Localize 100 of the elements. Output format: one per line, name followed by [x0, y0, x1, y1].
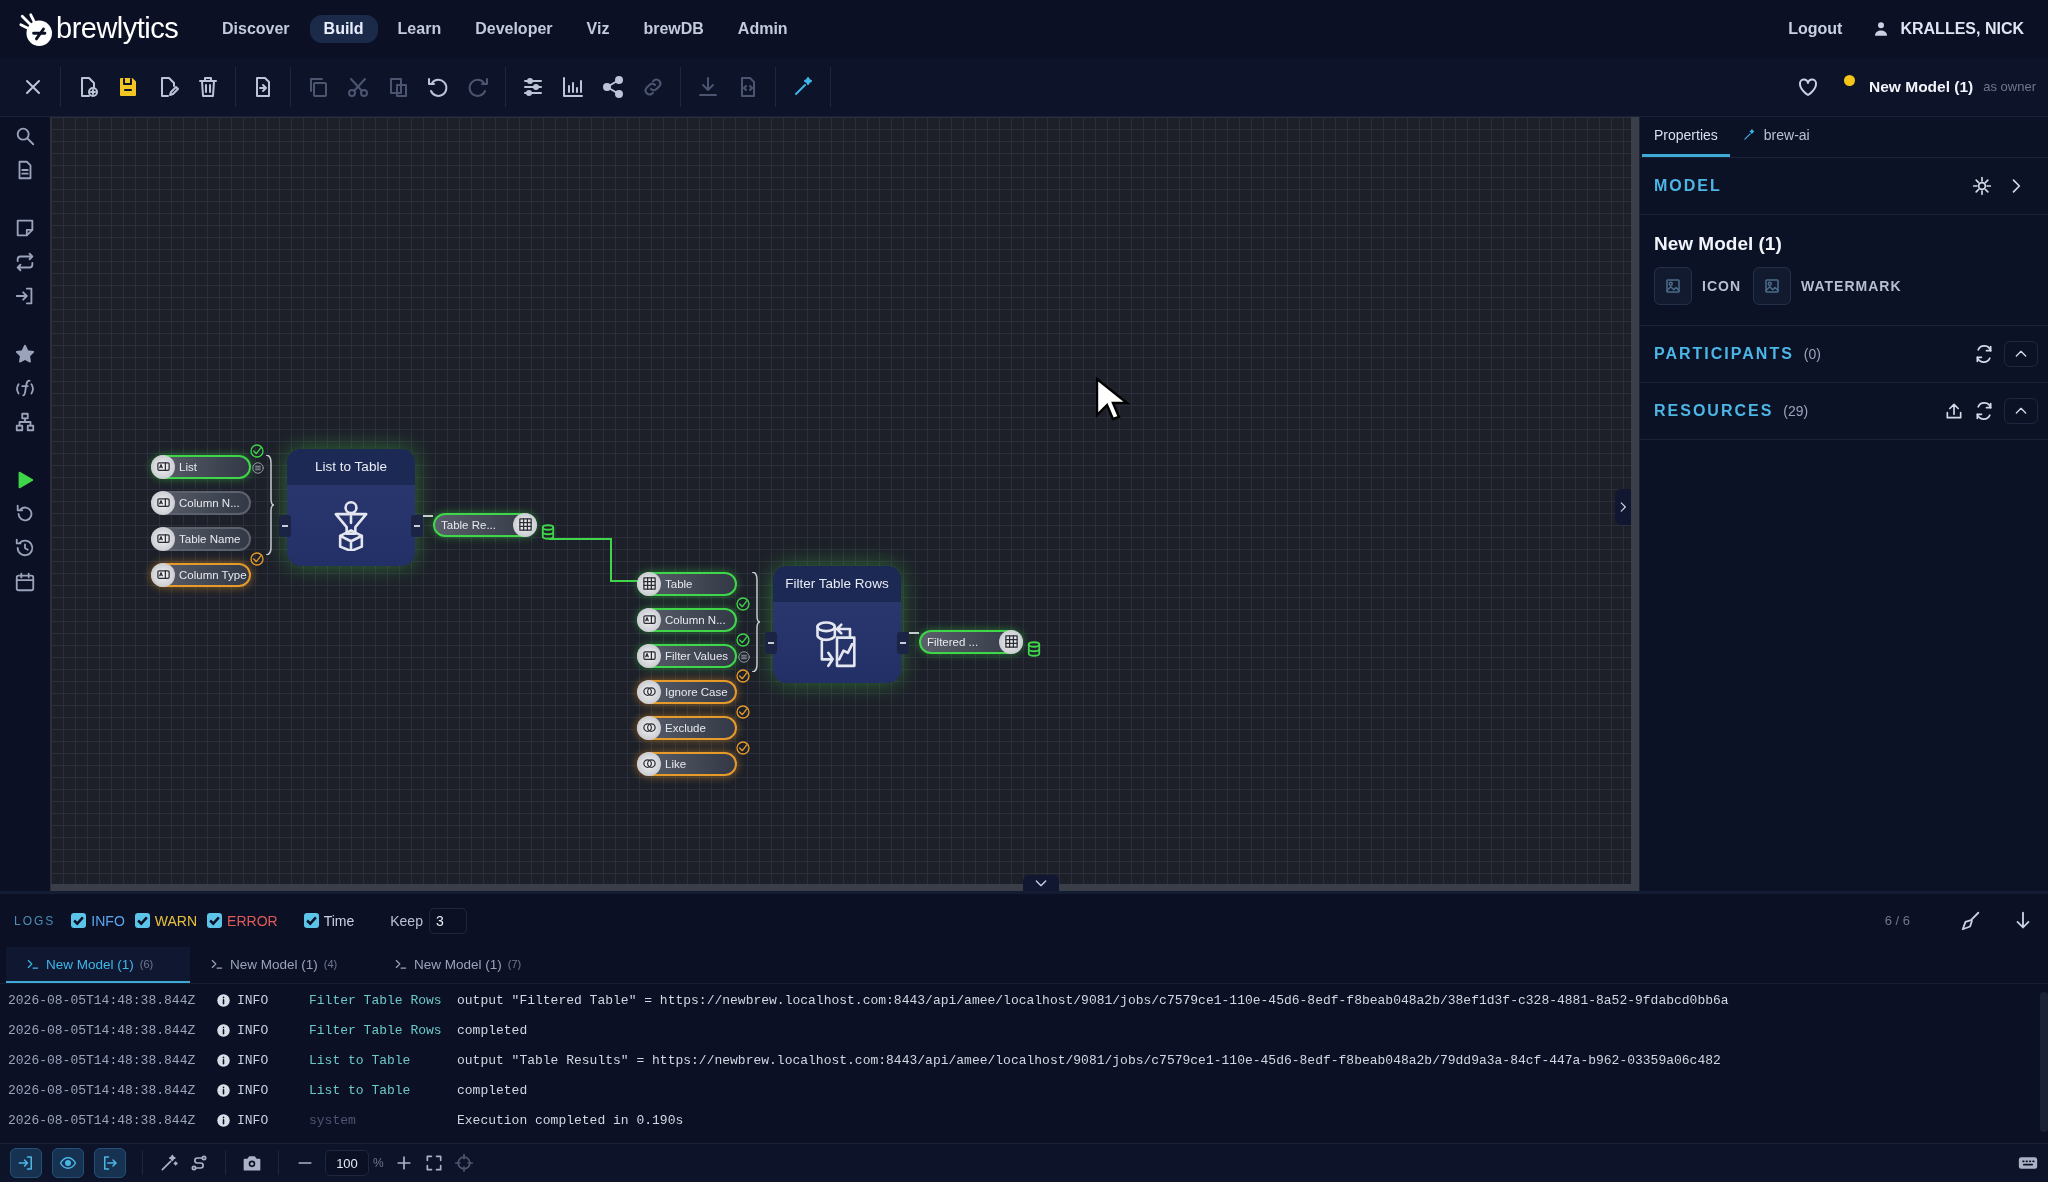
input-port[interactable]: Column N...: [637, 607, 737, 632]
filter-label[interactable]: WARN: [154, 912, 198, 929]
log-tab[interactable]: New Model (1) (7): [374, 947, 558, 984]
toggle-button[interactable]: [52, 1148, 84, 1179]
repeat-icon[interactable]: [14, 250, 36, 273]
keep-label: Keep: [390, 912, 423, 929]
magic-wand-icon[interactable]: [159, 1153, 179, 1174]
user-name[interactable]: KRALLES, NICK: [1900, 19, 2024, 38]
image-icon[interactable]: [1664, 276, 1682, 295]
star-icon[interactable]: [14, 342, 36, 365]
log-level: INFO: [237, 1112, 270, 1128]
model-role: as owner: [1983, 79, 2036, 95]
zoom-field[interactable]: 100: [325, 1150, 369, 1177]
nav-link[interactable]: Developer: [461, 14, 567, 43]
input-port[interactable]: Exclude: [637, 715, 737, 740]
bar-chart-icon[interactable]: [561, 74, 585, 99]
checkbox[interactable]: [134, 913, 150, 929]
node-card[interactable]: List to Table: [287, 448, 415, 566]
text-field-icon: [155, 495, 171, 510]
filter-label[interactable]: ERROR: [227, 912, 278, 929]
output-port[interactable]: Filtered ...: [919, 629, 1023, 654]
collapse-button[interactable]: [2004, 340, 2038, 367]
crosshair-icon[interactable]: [453, 1153, 474, 1174]
input-port[interactable]: Ignore Case: [637, 679, 737, 704]
log-level: INFO: [237, 1082, 270, 1098]
input-port[interactable]: Table Name: [151, 526, 251, 551]
refresh-icon[interactable]: [1974, 400, 1994, 421]
list-icon: [251, 460, 265, 475]
collapse-button[interactable]: [2004, 397, 2038, 424]
info-icon: [216, 1052, 231, 1068]
filter-label[interactable]: INFO: [91, 912, 125, 929]
section-heading[interactable]: PARTICIPANTS: [1654, 344, 1794, 363]
log-time: 2026-08-05T14:48:38.844Z: [7, 1022, 197, 1038]
node-title: Filter Table Rows: [773, 565, 901, 602]
toggle-button[interactable]: [94, 1148, 126, 1179]
logout-link[interactable]: Logout: [1788, 19, 1843, 38]
input-port[interactable]: Column N...: [151, 490, 251, 515]
check-circle-icon: [249, 550, 265, 567]
node-card[interactable]: Filter Table Rows: [773, 565, 901, 683]
log-level: INFO: [237, 1052, 270, 1068]
output-port[interactable]: Table Re...: [433, 512, 537, 537]
collapse-handle[interactable]: [279, 514, 291, 537]
nav-link[interactable]: Discover: [208, 14, 304, 43]
log-tab[interactable]: New Model (1) (4): [190, 947, 374, 984]
asset-label: WATERMARK: [1801, 277, 1902, 294]
nav-link[interactable]: Admin: [723, 14, 802, 43]
info-icon: [216, 992, 231, 1008]
table-grid-icon: [641, 576, 657, 591]
share-icon[interactable]: [601, 74, 625, 99]
panel-tab[interactable]: brew-ai: [1729, 116, 1822, 157]
scrollbar[interactable]: [1631, 116, 1639, 885]
input-port[interactable]: Table: [637, 571, 737, 596]
input-port[interactable]: Filter Values: [637, 643, 737, 668]
table-grid-icon: [1003, 634, 1019, 649]
image-icon[interactable]: [1763, 276, 1781, 295]
checkbox[interactable]: [207, 913, 223, 929]
keep-field[interactable]: 3: [428, 907, 467, 934]
canvas[interactable]: List Column N... Table Name Column Type List to Table Table Re... Table Column N... Filter Values Ignore Case Exclude Like Filter Table Rows Filtered ...: [50, 116, 1639, 892]
input-port[interactable]: Like: [637, 751, 737, 776]
scrollbar[interactable]: [51, 884, 1639, 892]
nav-link[interactable]: Build: [309, 14, 378, 43]
section-heading[interactable]: RESOURCES: [1654, 401, 1774, 420]
checkbox[interactable]: [303, 913, 319, 929]
refresh-icon[interactable]: [1974, 343, 1994, 364]
input-port[interactable]: List: [151, 454, 251, 479]
calendar-icon[interactable]: [14, 570, 36, 593]
checkbox[interactable]: [71, 913, 87, 929]
text-field-icon: [641, 612, 657, 627]
check-circle-icon: [735, 703, 751, 720]
collapse-handle[interactable]: [897, 631, 909, 654]
log-level: INFO: [237, 992, 270, 1008]
model-title: New Model (1): [1654, 232, 1783, 255]
text-field-icon: [641, 648, 657, 663]
filter-label[interactable]: Time: [323, 912, 355, 929]
log-source: Filter Table Rows: [309, 1022, 443, 1038]
log-message: completed: [457, 1022, 528, 1038]
sign-in-icon: [17, 1154, 35, 1173]
log-time: 2026-08-05T14:48:38.844Z: [7, 1112, 197, 1128]
nav-link[interactable]: Learn: [383, 14, 456, 43]
log-counter: 6 / 6: [1884, 913, 1910, 929]
history-icon[interactable]: [14, 536, 36, 559]
panel-tab[interactable]: Properties: [1642, 116, 1730, 157]
logo-icon: [18, 11, 52, 46]
collapse-handle[interactable]: [765, 631, 777, 654]
nav-link[interactable]: Viz: [572, 14, 624, 43]
camera-icon[interactable]: [242, 1153, 262, 1174]
log-tab[interactable]: New Model (1) (6): [6, 947, 190, 984]
collapse-handle[interactable]: [411, 514, 423, 537]
info-icon: [216, 1022, 231, 1038]
settings-icon[interactable]: [1972, 175, 1992, 196]
input-port[interactable]: Column Type: [151, 562, 251, 587]
hierarchy-icon[interactable]: [14, 410, 36, 433]
toggle-button[interactable]: [10, 1148, 42, 1179]
nav-link[interactable]: brewDB: [629, 14, 718, 43]
log-source: List to Table: [309, 1052, 412, 1068]
check-circle-icon: [735, 595, 751, 612]
broom-icon[interactable]: [1960, 909, 1982, 932]
trash-icon[interactable]: [196, 74, 220, 99]
toggle-circles-icon: [641, 684, 657, 699]
zoom-unit: %: [373, 1156, 384, 1171]
